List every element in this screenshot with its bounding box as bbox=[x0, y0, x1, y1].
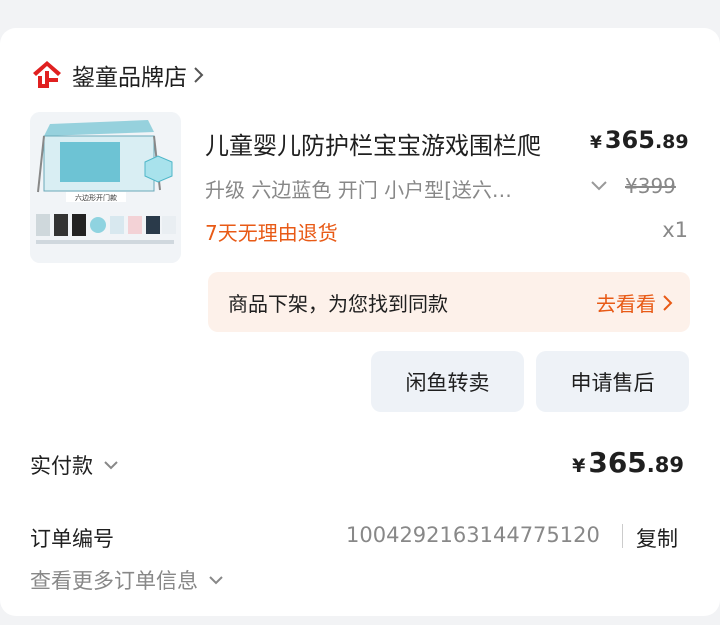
more-order-info-label: 查看更多订单信息 bbox=[30, 569, 198, 593]
copy-button[interactable]: 复制 bbox=[636, 523, 678, 553]
price-decimal: .89 bbox=[654, 131, 689, 153]
paid-label: 实付款 bbox=[30, 454, 93, 478]
store-logo-icon bbox=[33, 61, 61, 88]
chevron-down-icon bbox=[209, 576, 223, 585]
divider bbox=[622, 524, 623, 548]
chevron-right-icon bbox=[663, 294, 673, 311]
shop-header[interactable]: 鋆童品牌店 bbox=[30, 58, 205, 92]
paid-integer: 365 bbox=[588, 446, 647, 479]
more-order-info[interactable]: 查看更多订单信息 bbox=[30, 565, 224, 595]
view-similar-link[interactable]: 去看看 bbox=[596, 288, 674, 317]
view-similar-label: 去看看 bbox=[596, 292, 656, 316]
paid-currency: ¥ bbox=[572, 455, 586, 477]
product-image[interactable]: 六边形开门款 bbox=[30, 112, 181, 263]
product-price: ¥365.89 bbox=[590, 126, 689, 154]
price-integer: 365 bbox=[604, 126, 655, 154]
quantity: x1 bbox=[662, 218, 688, 242]
product-title[interactable]: 儿童婴儿防护栏宝宝游戏围栏爬 bbox=[205, 126, 585, 161]
return-policy: 7天无理由退货 bbox=[205, 221, 338, 245]
order-number: 1004292163144775120 bbox=[346, 523, 600, 547]
original-price: ¥399 bbox=[625, 174, 676, 198]
price-currency: ¥ bbox=[590, 133, 602, 153]
order-number-label: 订单编号 bbox=[30, 527, 114, 551]
paid-amount-toggle[interactable]: 实付款 bbox=[30, 450, 119, 480]
shop-name: 鋆童品牌店 bbox=[72, 65, 187, 91]
chevron-down-icon bbox=[104, 461, 118, 470]
after-sale-button[interactable]: 申请售后 bbox=[536, 351, 689, 412]
paid-decimal: .89 bbox=[646, 453, 684, 477]
order-card: 鋆童品牌店 六边形开门款 儿童婴儿防护栏宝宝游戏围栏爬 ¥365.89 升级 六… bbox=[0, 28, 720, 616]
chevron-right-icon bbox=[194, 67, 204, 83]
playpen-image: 六边形开门款 bbox=[30, 112, 181, 263]
product-spec[interactable]: 升级 六边蓝色 开门 小户型[送六… bbox=[205, 174, 512, 203]
resell-button[interactable]: 闲鱼转卖 bbox=[371, 351, 524, 412]
image-caption: 六边形开门款 bbox=[75, 193, 117, 202]
paid-amount: ¥365.89 bbox=[572, 446, 684, 479]
chevron-down-icon[interactable] bbox=[590, 180, 608, 192]
off-shelf-message: 商品下架，为您找到同款 bbox=[228, 292, 448, 316]
off-shelf-banner[interactable]: 商品下架，为您找到同款 去看看 bbox=[208, 272, 690, 332]
